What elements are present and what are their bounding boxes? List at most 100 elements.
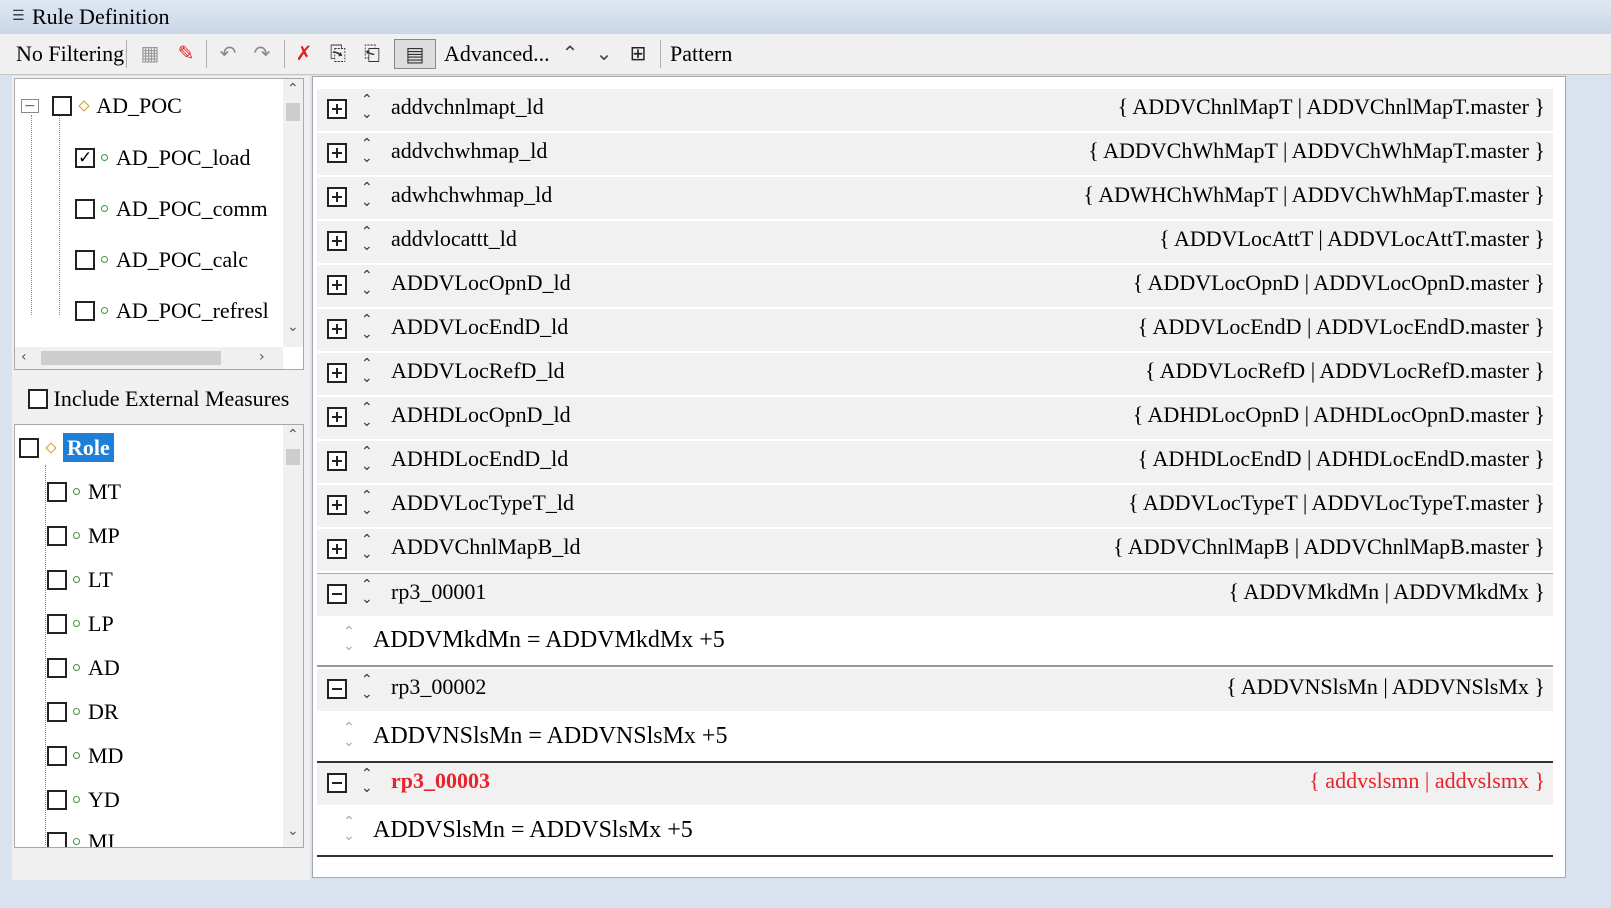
expand-icon[interactable] — [327, 407, 347, 427]
move-down-icon[interactable]: ⌄ — [590, 39, 618, 67]
horizontal-scrollbar[interactable]: ‹ › — [15, 347, 283, 369]
expand-all-icon[interactable]: ⊞ — [624, 39, 652, 67]
vertical-scrollbar[interactable]: ⌃ ⌄ — [283, 79, 303, 347]
paste-icon[interactable]: ⎗ — [358, 39, 386, 67]
tree-item[interactable]: AD_POC_calc — [75, 245, 248, 275]
rule-expression[interactable]: ADDVSlsMn = ADDVSlsMx +5 — [373, 817, 693, 844]
dimension-item[interactable]: MD — [47, 741, 123, 771]
expand-icon[interactable] — [327, 363, 347, 383]
checkbox[interactable] — [19, 437, 39, 458]
scroll-down-icon[interactable]: ⌄ — [287, 823, 299, 839]
reorder-icon[interactable]: ⌃ ⌄ — [361, 578, 373, 606]
checkbox[interactable] — [75, 249, 95, 270]
rule-expression[interactable]: ADDVMkdMn = ADDVMkdMx +5 — [373, 627, 725, 654]
collapse-icon[interactable]: − — [21, 98, 39, 113]
reorder-icon[interactable]: ⌃ ⌄ — [361, 137, 373, 165]
scroll-left-icon[interactable]: ‹ — [21, 349, 27, 365]
rule-row[interactable]: ⌃ ⌄ addvchnlmapt_ld { ADDVChnlMapT | ADDV… — [317, 89, 1553, 133]
collapse-icon[interactable] — [327, 773, 347, 793]
checkbox[interactable] — [47, 481, 67, 502]
copy-icon[interactable]: ⎘ — [324, 39, 352, 67]
scrollbar-thumb[interactable] — [286, 103, 300, 121]
scroll-up-icon[interactable]: ⌃ — [287, 427, 299, 443]
delete-icon[interactable]: ✗ — [290, 39, 318, 67]
include-external-checkbox[interactable] — [28, 388, 48, 409]
reorder-icon[interactable]: ⌃ ⌄ — [343, 815, 355, 843]
checkbox[interactable] — [75, 300, 95, 321]
reorder-icon[interactable]: ⌃ ⌄ — [361, 533, 373, 561]
scroll-right-icon[interactable]: › — [259, 349, 265, 365]
rule-row[interactable]: ⌃ ⌄ ADDVLocEndD_ld { ADDVLocEndD | ADDVLo… — [317, 309, 1553, 353]
tree-item[interactable]: AD_POC_load — [75, 143, 250, 173]
reorder-icon[interactable]: ⌃ ⌄ — [361, 181, 373, 209]
tree-item[interactable]: AD_POC_comm — [75, 194, 268, 224]
checkbox[interactable] — [47, 701, 67, 722]
include-external-row[interactable]: Include External Measures — [28, 386, 289, 412]
reorder-icon[interactable]: ⌃ ⌄ — [361, 269, 373, 297]
reorder-icon[interactable]: ⌃ ⌄ — [361, 401, 373, 429]
reorder-icon[interactable]: ⌃ ⌄ — [361, 93, 373, 121]
expand-icon[interactable] — [327, 231, 347, 251]
checkbox[interactable] — [47, 745, 67, 766]
validate-icon[interactable]: ✎ — [172, 39, 200, 67]
tree-item[interactable]: AD_POC_refresl — [75, 296, 269, 326]
rule-expression-row[interactable]: ⌃ ⌄ ADDVNSlsMn = ADDVNSlsMx +5 — [317, 713, 1553, 763]
dimension-item[interactable]: MP — [47, 521, 120, 551]
collapse-icon[interactable] — [327, 584, 347, 604]
rule-row[interactable]: ⌃ ⌄ addvchwhmap_ld { ADDVChWhMapT | ADDVC… — [317, 133, 1553, 177]
checkbox[interactable] — [47, 569, 67, 590]
advanced-button[interactable]: Advanced... — [444, 38, 550, 70]
rule-row[interactable]: ⌃ ⌄ ADDVChnlMapB_ld { ADDVChnlMapB | ADDV… — [317, 529, 1553, 573]
undo-icon[interactable]: ↶ — [214, 39, 242, 67]
filter-dropdown[interactable]: No Filtering — [16, 38, 124, 70]
expand-icon[interactable] — [327, 495, 347, 515]
calculator-icon[interactable]: ▤ — [394, 39, 436, 69]
reorder-icon[interactable]: ⌃ ⌄ — [361, 767, 373, 795]
reorder-icon[interactable]: ⌃ ⌄ — [361, 445, 373, 473]
rule-row-expanded[interactable]: ⌃ ⌄ rp3_00002 { ADDVNSlsMn | ADDVNSlsMx } — [317, 669, 1553, 713]
checkbox[interactable] — [47, 613, 67, 634]
dimension-item[interactable]: MT — [47, 477, 121, 507]
expand-icon[interactable] — [327, 451, 347, 471]
expand-icon[interactable] — [327, 143, 347, 163]
expand-icon[interactable] — [327, 99, 347, 119]
scrollbar-thumb[interactable] — [286, 449, 300, 465]
dimension-item[interactable]: YD — [47, 785, 120, 815]
dimension-item[interactable]: DR — [47, 697, 119, 727]
rule-expression-row[interactable]: ⌃ ⌄ ADDVSlsMn = ADDVSlsMx +5 — [317, 807, 1553, 857]
reorder-icon[interactable]: ⌃ ⌄ — [343, 721, 355, 749]
reorder-icon[interactable]: ⌃ ⌄ — [361, 313, 373, 341]
rule-row-error[interactable]: ⌃ ⌄ rp3_00003 { addvslsmn | addvslsmx } — [317, 763, 1553, 807]
reorder-icon[interactable]: ⌃ ⌄ — [343, 625, 355, 653]
rule-expression[interactable]: ADDVNSlsMn = ADDVNSlsMx +5 — [373, 723, 727, 750]
rule-row[interactable]: ⌃ ⌄ ADHDLocEndD_ld { ADHDLocEndD | ADHDLo… — [317, 441, 1553, 485]
collapse-icon[interactable] — [327, 679, 347, 699]
rule-row-expanded[interactable]: ⌃ ⌄ rp3_00001 { ADDVMkdMn | ADDVMkdMx } — [317, 573, 1553, 618]
rule-row[interactable]: ⌃ ⌄ ADDVLocRefD_ld { ADDVLocRefD | ADDVLo… — [317, 353, 1553, 397]
checkbox[interactable] — [47, 657, 67, 678]
scroll-up-icon[interactable]: ⌃ — [287, 81, 299, 97]
reorder-icon[interactable]: ⌃ ⌄ — [361, 357, 373, 385]
move-up-icon[interactable]: ⌃ — [556, 39, 584, 67]
checkbox[interactable] — [47, 789, 67, 810]
dimension-item[interactable]: AD — [47, 653, 120, 683]
grid-disabled-icon[interactable]: ▦ — [136, 39, 164, 67]
checkbox[interactable] — [47, 831, 67, 847]
rule-expression-row[interactable]: ⌃ ⌄ ADDVMkdMn = ADDVMkdMx +5 — [317, 617, 1553, 667]
expand-icon[interactable] — [327, 319, 347, 339]
checkbox[interactable] — [75, 198, 95, 219]
reorder-icon[interactable]: ⌃ ⌄ — [361, 225, 373, 253]
dimension-item[interactable]: MI — [47, 827, 115, 847]
rule-row[interactable]: ⌃ ⌄ ADDVLocTypeT_ld { ADDVLocTypeT | ADDV… — [317, 485, 1553, 529]
dimension-root-node[interactable]: Role — [19, 433, 114, 463]
tree-root-node[interactable]: − AD_POC — [21, 91, 182, 121]
expand-icon[interactable] — [327, 539, 347, 559]
checkbox[interactable] — [47, 525, 67, 546]
rule-row[interactable]: ⌃ ⌄ adwhchwhmap_ld { ADWHChWhMapT | ADDVC… — [317, 177, 1553, 221]
scroll-down-icon[interactable]: ⌄ — [287, 319, 299, 335]
rule-row[interactable]: ⌃ ⌄ ADDVLocOpnD_ld { ADDVLocOpnD | ADDVLo… — [317, 265, 1553, 309]
vertical-scrollbar[interactable]: ⌃ ⌄ — [283, 425, 303, 847]
dimension-item[interactable]: LP — [47, 609, 114, 639]
pattern-button[interactable]: Pattern — [670, 38, 732, 70]
reorder-icon[interactable]: ⌃ ⌄ — [361, 673, 373, 701]
